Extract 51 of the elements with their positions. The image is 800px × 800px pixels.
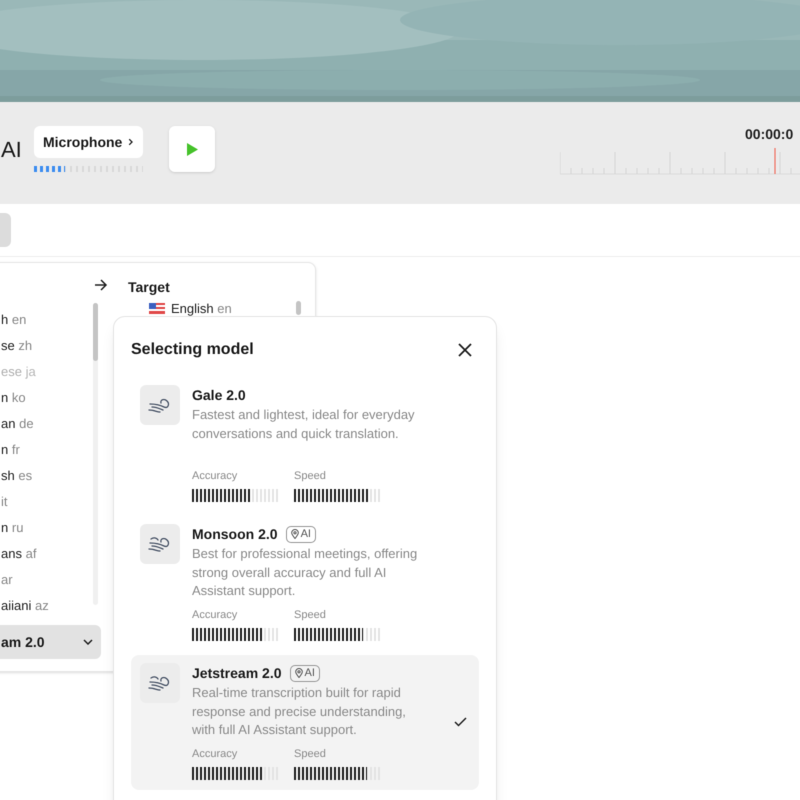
app-title: AI [1,136,23,164]
language-item[interactable]: aiiani az [1,593,49,619]
model-dropdown[interactable]: am 2.0 [0,625,101,659]
language-item[interactable]: it [1,489,49,515]
language-item[interactable]: n ru [1,515,49,541]
pin-icon [290,529,299,539]
wind-icon [140,524,180,564]
microphone-button[interactable]: Microphone [34,126,143,158]
metric-label: Speed [294,469,327,484]
model-name: Jetstream 2.0 [192,664,282,682]
arrow-right-icon [94,279,108,291]
metric-label: Speed [294,608,327,623]
target-label: Target [128,278,170,297]
model-name: Monsoon 2.0 [192,524,278,544]
dialog-title: Selecting model [131,340,254,360]
wind-icon [140,385,180,425]
model-description: Best for professional meetings, offering strong overall accuracy and full AI Assistant support. [192,545,418,600]
language-item[interactable]: n fr [1,437,49,463]
metric-label: Accuracy [192,608,238,623]
close-icon [458,343,472,357]
chevron-down-icon [83,639,93,645]
language-item[interactable]: n ko [1,385,49,411]
language-item[interactable]: English en [171,299,232,318]
checkmark-icon [454,717,467,727]
language-item[interactable]: h en [1,307,49,333]
flag-icon [149,303,165,314]
ai-badge: AI [286,526,316,542]
language-item[interactable]: ar [1,567,49,593]
play-button[interactable] [169,126,215,172]
language-item[interactable]: an de [1,411,49,437]
scrollbar[interactable] [93,303,98,605]
pin-icon [294,668,303,678]
model-option[interactable]: Gale 2.0 Fastest and lightest, ideal for everyday conversations and quick translation. Accuracy Speed [131,377,479,512]
scrollbar[interactable] [296,301,301,315]
play-icon [186,142,198,156]
ai-badge: AI [290,664,320,682]
model-option[interactable]: Monsoon 2.0 AI Best for professional meetings, offering strong overall accuracy and full AI Assistant support. Accuracy Speed [131,516,479,651]
metric-label: Speed [294,747,327,762]
metric-label: Accuracy [192,747,238,762]
model-description: Fastest and lightest, ideal for everyday conversations and quick translation. [192,406,416,443]
chevron-right-icon [128,137,134,147]
toolbar-button[interactable] [0,213,11,247]
language-item[interactable]: sh es [1,463,49,489]
model-description: Real-time transcription built for rapid response and precise understanding, with full AI Assistant support. [192,684,407,739]
timer: 00:00:0 [745,125,794,144]
language-item[interactable]: ans af [1,541,49,567]
wind-icon [140,663,180,703]
metric-label: Accuracy [192,469,238,484]
language-item[interactable]: se zh [1,333,49,359]
model-option[interactable]: Jetstream 2.0 AI Real-time transcription built for rapid response and precise understanding, with full AI Assistant support. Accuracy Speed [131,655,479,790]
model-name: Gale 2.0 [192,386,246,404]
